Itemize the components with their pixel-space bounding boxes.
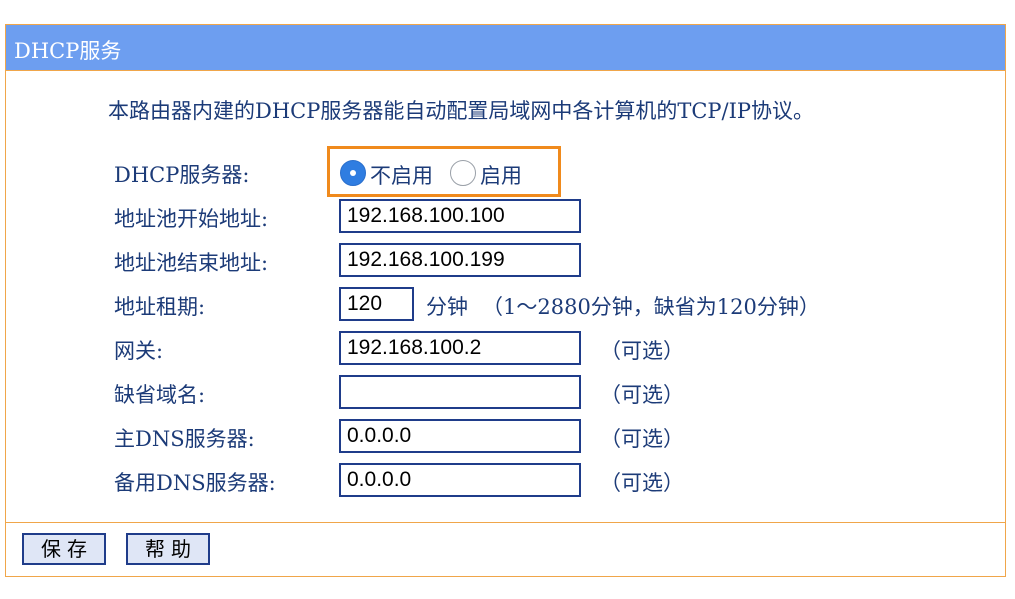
gateway-input[interactable] [339, 331, 581, 365]
default-domain-label: 缺省域名: [114, 383, 206, 407]
description-text: 本路由器内建的DHCP服务器能自动配置局域网中各计算机的TCP/IP协议。 [108, 99, 815, 123]
gateway-label: 网关: [114, 339, 164, 363]
title-bar: DHCP服务 [6, 25, 1005, 71]
pool-start-label: 地址池开始地址: [114, 207, 269, 231]
radio-enable[interactable] [450, 160, 476, 186]
lease-unit: 分钟 [426, 295, 468, 319]
lease-input[interactable] [339, 287, 414, 321]
dhcp-settings-panel: DHCP服务 本路由器内建的DHCP服务器能自动配置局域网中各计算机的TCP/I… [5, 24, 1006, 577]
radio-disable-label[interactable]: 不启用 [370, 160, 433, 190]
gateway-optional-hint: （可选） [600, 339, 684, 363]
pool-end-input[interactable] [339, 243, 581, 277]
primary-dns-input[interactable] [339, 419, 581, 453]
lease-hint: （1～2880分钟，缺省为120分钟） [482, 295, 820, 319]
secondary-dns-optional-hint: （可选） [600, 471, 684, 495]
radio-enable-label[interactable]: 启用 [480, 160, 522, 190]
pool-end-label: 地址池结束地址: [114, 251, 269, 275]
primary-dns-label: 主DNS服务器: [114, 427, 255, 451]
secondary-dns-input[interactable] [339, 463, 581, 497]
lease-label: 地址租期: [114, 295, 206, 319]
page-title: DHCP服务 [14, 39, 122, 63]
secondary-dns-label: 备用DNS服务器: [114, 471, 276, 495]
dhcp-server-label: DHCP服务器: [114, 163, 250, 187]
save-button[interactable]: 保存 [22, 533, 106, 565]
radio-disable[interactable] [340, 160, 366, 186]
default-domain-input[interactable] [339, 375, 581, 409]
dhcp-server-radio-group: 不启用 启用 [327, 146, 561, 197]
primary-dns-optional-hint: （可选） [600, 427, 684, 451]
domain-optional-hint: （可选） [600, 383, 684, 407]
pool-start-input[interactable] [339, 199, 581, 233]
footer-divider [6, 522, 1005, 523]
help-button[interactable]: 帮助 [126, 533, 210, 565]
